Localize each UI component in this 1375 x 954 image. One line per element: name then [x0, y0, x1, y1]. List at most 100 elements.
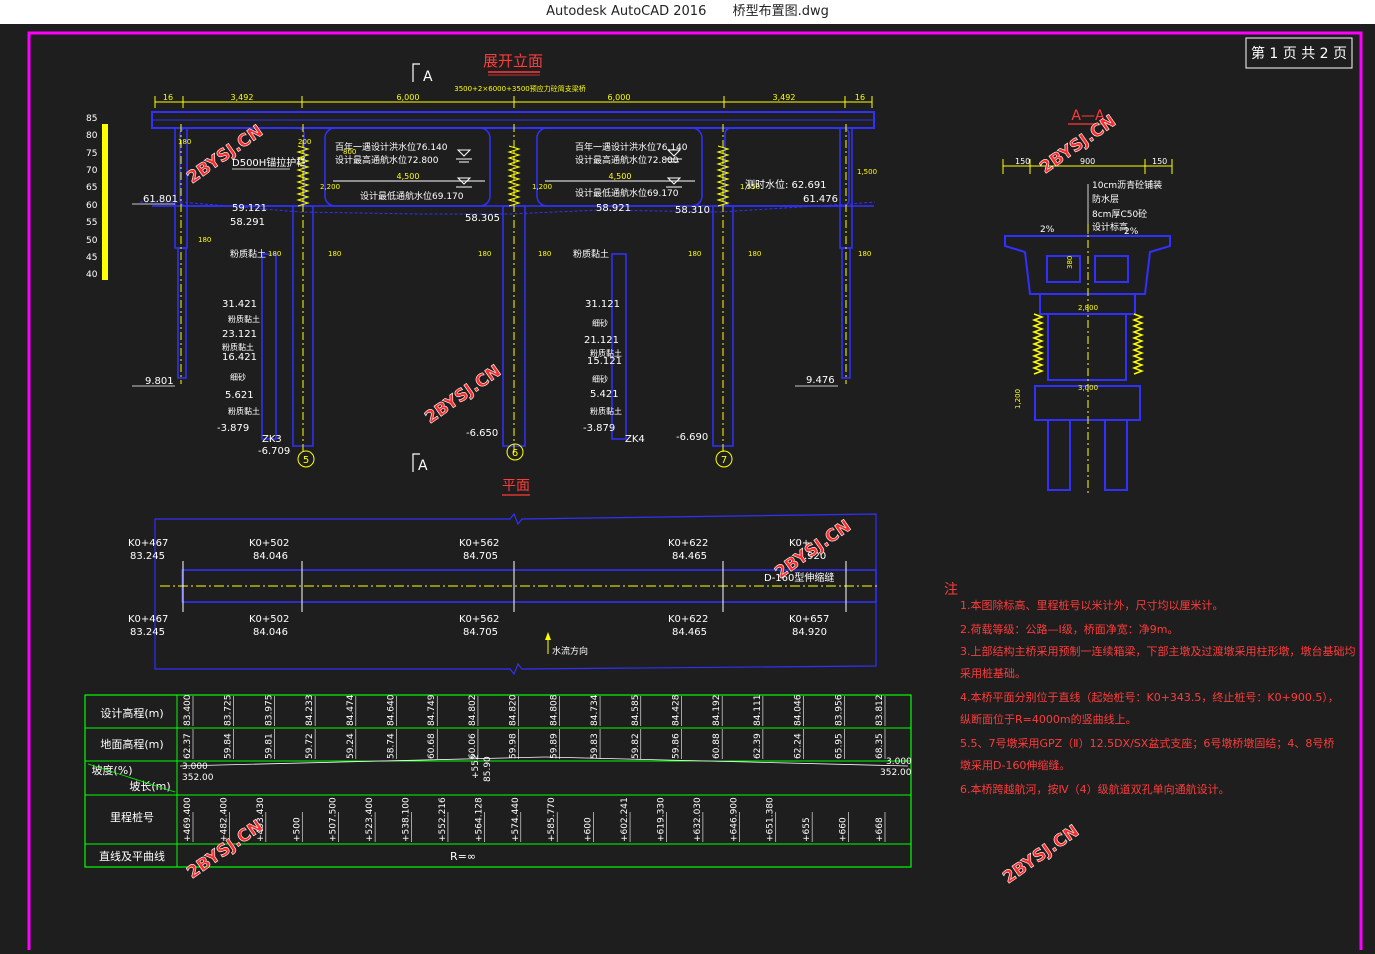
svg-text:180: 180 — [858, 250, 871, 258]
svg-text:2.荷载等级：公路—Ⅰ级，桥面净宽：净9m。: 2.荷载等级：公路—Ⅰ级，桥面净宽：净9m。 — [960, 622, 1178, 636]
svg-text:84.046: 84.046 — [253, 627, 288, 638]
design-elevation-value: 83.725 — [224, 695, 234, 727]
svg-text:85.90: 85.90 — [483, 756, 493, 782]
elevation-title: 展开立面 — [483, 52, 543, 70]
svg-text:75: 75 — [86, 149, 97, 159]
svg-text:3.000: 3.000 — [182, 762, 208, 772]
svg-text:ZK3: ZK3 — [262, 434, 282, 445]
svg-text:2%: 2% — [1040, 225, 1055, 235]
svg-text:60: 60 — [86, 201, 98, 211]
design-elevation-value: 84.820 — [509, 694, 519, 726]
svg-text:16.421: 16.421 — [222, 352, 257, 363]
svg-text:K0+657: K0+657 — [789, 614, 829, 625]
svg-text:180: 180 — [538, 250, 551, 258]
ground-elevation-value: 59.82 — [631, 733, 641, 759]
design-elevation-value: 83.956 — [834, 694, 844, 726]
design-elevation-value: 84.111 — [753, 695, 763, 727]
water-level-1: 百年一遇设计洪水位76.140 — [335, 141, 448, 153]
pile-bottom-6: -6.650 — [466, 428, 498, 439]
elev-mid-2: 58.921 — [596, 203, 631, 214]
station-value: +600 — [584, 817, 594, 842]
svg-text:粉质黏土: 粉质黏土 — [230, 248, 266, 260]
ground-elevation-value: 59.89 — [549, 733, 559, 759]
svg-text:84.705: 84.705 — [463, 627, 498, 638]
svg-text:直线及平曲线: 直线及平曲线 — [99, 849, 165, 863]
measure-water-level: 测时水位: 62.691 — [745, 178, 827, 191]
ground-elevation-value: 62.24 — [794, 733, 804, 759]
station-value: +660 — [839, 817, 849, 842]
station-value: +538.100 — [402, 797, 412, 842]
svg-text:K0+562: K0+562 — [459, 538, 499, 549]
design-elevation-value: 84.585 — [631, 695, 641, 727]
svg-text:85: 85 — [86, 114, 97, 124]
small-dim-180: 180 — [178, 138, 191, 146]
design-elevation-value: 84.749 — [427, 694, 437, 726]
small-dim-1500: 1,500 — [857, 168, 877, 176]
design-elevation-value: 84.428 — [671, 694, 681, 726]
water-level-2: 设计最高通航水位72.800 — [335, 154, 439, 166]
svg-text:粉质黏土: 粉质黏土 — [222, 342, 254, 352]
ground-elevation-value: 59.24 — [346, 733, 356, 759]
svg-text:4.本桥平面分别位于直线（起始桩号：K0+343.5，终止桩: 4.本桥平面分别位于直线（起始桩号：K0+343.5，终止桩号：K0+900.5… — [960, 690, 1339, 704]
station-value: +564.128 — [474, 797, 484, 842]
svg-text:里程桩号: 里程桩号 — [110, 810, 154, 824]
svg-text:K0+467: K0+467 — [128, 614, 168, 625]
svg-text:+552: +552 — [471, 754, 481, 779]
elev-right-2: 58.310 — [675, 205, 710, 216]
svg-text:8cm厚C50砼: 8cm厚C50砼 — [1092, 208, 1147, 220]
svg-text:55: 55 — [86, 218, 97, 228]
ground-elevation-value: 62.39 — [753, 733, 763, 759]
elev-left-bottom: 9.801 — [145, 376, 174, 387]
svg-text:地面高程(m): 地面高程(m) — [100, 737, 163, 751]
svg-text:70: 70 — [86, 166, 98, 176]
plan-view: 平面 K0+467 83.245 K0+502 84.046 K0+562 84… — [128, 478, 880, 676]
water-level-3: 设计最低通航水位69.170 — [360, 190, 464, 202]
design-elevation-value: 84.233 — [305, 695, 315, 727]
water-level-6: 设计最低通航水位69.170 — [575, 187, 679, 199]
station-value: +574.440 — [511, 797, 521, 842]
svg-text:180: 180 — [268, 250, 281, 258]
ground-elevation-value: 60.68 — [427, 733, 437, 759]
station-value: +651.380 — [766, 797, 776, 842]
elev-left-top: 61.801 — [143, 194, 178, 205]
svg-text:84.465: 84.465 — [672, 551, 707, 562]
dim-2: 3,492 — [231, 93, 254, 102]
pile-bottom-7: -6.690 — [676, 432, 708, 443]
svg-text:83.245: 83.245 — [130, 627, 165, 638]
svg-text:K0+502: K0+502 — [249, 614, 289, 625]
svg-text:15.121: 15.121 — [587, 356, 622, 367]
svg-text:粉质黏土: 粉质黏土 — [573, 248, 609, 260]
svg-text:352.00: 352.00 — [182, 773, 214, 783]
ground-elevation-value: 59.84 — [224, 733, 234, 759]
ground-elevation-value: 68.35 — [875, 733, 885, 759]
window-titlebar: Autodesk AutoCAD 2016 桥型布置图.dwg — [0, 0, 1375, 24]
elev-mid-1: 58.305 — [465, 213, 500, 224]
app-title: Autodesk AutoCAD 2016 — [546, 4, 707, 19]
elev-left-2: 59.121 — [232, 203, 267, 214]
svg-text:84.046: 84.046 — [253, 551, 288, 562]
svg-text:6.本桥跨越航河，按Ⅳ（4）级航道双孔单向通航设计。: 6.本桥跨越航河，按Ⅳ（4）级航道双孔单向通航设计。 — [960, 782, 1230, 796]
dim-1: 16 — [163, 93, 173, 102]
svg-text:900: 900 — [1080, 157, 1095, 166]
elev-right-1: 61.476 — [803, 194, 838, 205]
svg-text:细砂: 细砂 — [592, 374, 608, 384]
station-value: +523.400 — [365, 797, 375, 842]
svg-text:粉质黏土: 粉质黏土 — [228, 406, 260, 416]
section-aa: A—A 150 900 150 10cm沥青砼铺装 防水层 8cm厚C50砼 设… — [1002, 108, 1173, 494]
station-value: +585.770 — [547, 797, 557, 842]
svg-text:细砂: 细砂 — [230, 372, 246, 382]
svg-text:粉质黏土: 粉质黏土 — [590, 406, 622, 416]
svg-text:坡度(%): 坡度(%) — [91, 763, 132, 777]
drawing-canvas[interactable]: 第 1 页 共 2 页 展开立面 A 3500+2×6000+3500预应力砼简… — [0, 24, 1375, 954]
anchor-label: D500H锚拉护栏 — [232, 156, 306, 169]
page-badge: 第 1 页 共 2 页 — [1251, 45, 1347, 62]
station-value: +655 — [802, 817, 812, 842]
water-level-5: 设计最高通航水位72.800 — [575, 154, 679, 166]
ground-elevation-value: 59.86 — [671, 733, 681, 759]
small-dim-200: 200 — [298, 138, 311, 146]
svg-text:84.705: 84.705 — [463, 551, 498, 562]
station-value: +668 — [875, 817, 885, 842]
station-value: +632.030 — [693, 797, 703, 842]
dim-6: 16 — [855, 93, 865, 102]
svg-text:180: 180 — [328, 250, 341, 258]
